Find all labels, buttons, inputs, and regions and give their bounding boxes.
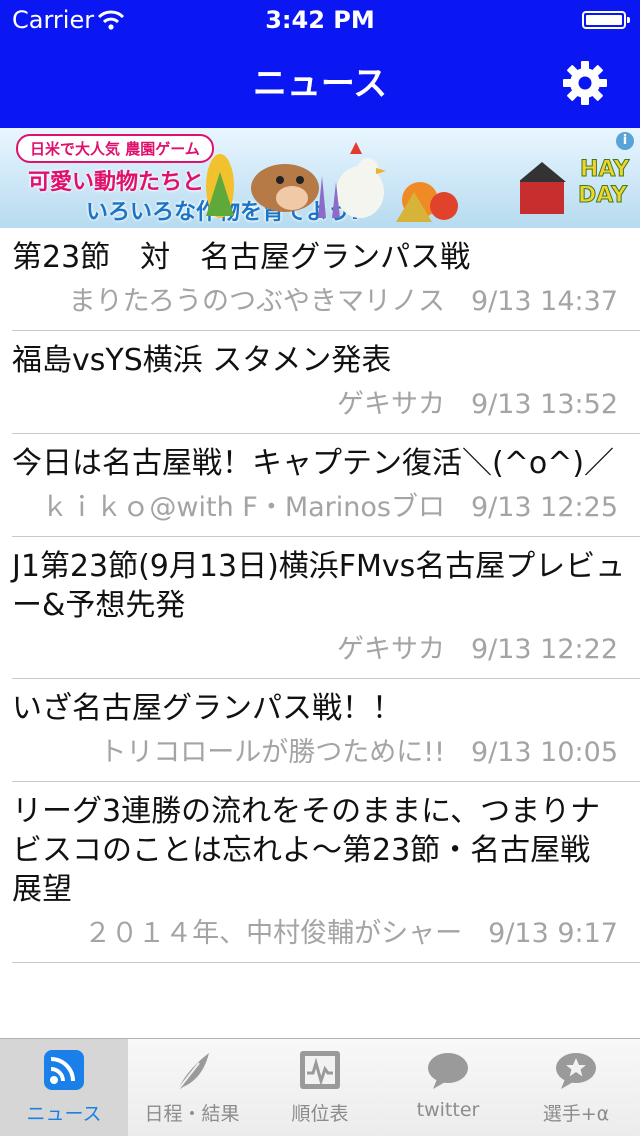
page-title: ニュース xyxy=(252,64,388,104)
clock: 3:42 PM xyxy=(265,6,375,34)
tab-news[interactable]: ニュース xyxy=(0,1039,128,1136)
gear-icon[interactable] xyxy=(562,60,608,106)
ad-headline-1: 可愛い動物たちと xyxy=(28,170,205,195)
news-title: 福島vsYS横浜 スタメン発表 xyxy=(12,343,392,378)
news-source: ２０１４年、中村俊輔がシャー xyxy=(84,918,463,949)
tab-standings[interactable]: 順位表 xyxy=(256,1039,384,1136)
ad-info-icon[interactable]: i xyxy=(616,132,634,150)
news-meta: ２０１４年、中村俊輔がシャー 9/13 9:17 xyxy=(0,909,640,963)
news-title: J1第23節(9月13日)横浜FMvs名古屋プレビュー&予想先発 xyxy=(12,549,626,623)
news-date: 9/13 14:37 xyxy=(470,286,618,317)
news-item[interactable]: 今日は名古屋戦！キャプテン復活＼(^o^)／ ｋｉｋｏ@with F・Marin… xyxy=(0,434,640,537)
tab-twitter[interactable]: twitter xyxy=(384,1039,512,1136)
chart-icon xyxy=(300,1051,340,1089)
news-meta: ｋｉｋｏ@with F・Marinosブロ 9/13 12:25 xyxy=(0,483,640,537)
tab-label: 順位表 xyxy=(291,1103,349,1125)
news-item[interactable]: 福島vsYS横浜 スタメン発表 ゲキサカ 9/13 13:52 xyxy=(0,331,640,434)
star-bubble-icon xyxy=(556,1053,596,1089)
hay-day-logo: HAY DAY xyxy=(520,157,630,214)
row-divider xyxy=(12,962,640,963)
news-item[interactable]: いざ名古屋グランパス戦！！ トリコロールが勝つために!! 9/13 10:05 xyxy=(0,679,640,782)
news-title: リーグ3連勝の流れをそのままに、つまりナビスコのことは忘れよ～第23節・名古屋戦… xyxy=(12,794,601,907)
tab-label: 日程・結果 xyxy=(144,1103,240,1125)
speech-bubble-icon xyxy=(428,1053,468,1089)
news-date: 9/13 9:17 xyxy=(488,918,618,949)
navigation-header: Carrier 3:42 PM ニュース xyxy=(0,0,640,128)
tab-players[interactable]: 選手+α xyxy=(512,1039,640,1136)
status-bar: Carrier 3:42 PM xyxy=(0,0,640,40)
news-title: いざ名古屋グランパス戦！！ xyxy=(12,691,402,726)
news-title: 第23節 対 名古屋グランパス戦 xyxy=(12,240,471,275)
tab-bar: ニュース 日程・結果 順位表 twitter 選手+α xyxy=(0,1038,640,1136)
news-source: ｋｉｋｏ@with F・Marinosブロ xyxy=(41,492,445,523)
tab-label: ニュース xyxy=(26,1103,102,1125)
battery-icon xyxy=(582,11,630,29)
news-meta: ゲキサカ 9/13 13:52 xyxy=(0,380,640,434)
news-meta: ゲキサカ 9/13 12:22 xyxy=(0,625,640,679)
news-date: 9/13 13:52 xyxy=(470,389,618,420)
news-date: 9/13 10:05 xyxy=(470,737,618,768)
news-source: ゲキサカ xyxy=(336,389,445,420)
svg-text:HAY: HAY xyxy=(580,157,630,182)
news-date: 9/13 12:25 xyxy=(470,492,618,523)
rss-icon xyxy=(44,1050,84,1090)
news-list: 第23節 対 名古屋グランパス戦 まりたろうのつぶやきマリノス 9/13 14:… xyxy=(0,228,640,1038)
tab-label: 選手+α xyxy=(542,1103,610,1125)
news-meta: トリコロールが勝つために!! 9/13 10:05 xyxy=(0,728,640,782)
ad-banner[interactable]: 日米で大人気 農園ゲーム 可愛い動物たちと いろいろな作物を育てよう! HAY … xyxy=(0,128,640,228)
news-meta: まりたろうのつぶやきマリノス 9/13 14:37 xyxy=(0,277,640,331)
news-item[interactable]: J1第23節(9月13日)横浜FMvs名古屋プレビュー&予想先発 ゲキサカ 9/… xyxy=(0,537,640,679)
tab-schedule-results[interactable]: 日程・結果 xyxy=(128,1039,256,1136)
news-item[interactable]: 第23節 対 名古屋グランパス戦 まりたろうのつぶやきマリノス 9/13 14:… xyxy=(0,228,640,331)
news-title: 今日は名古屋戦！キャプテン復活＼(^o^)／ xyxy=(12,446,615,481)
farm-illustration xyxy=(206,142,458,222)
feather-icon xyxy=(176,1053,209,1092)
ad-tagline: 日米で大人気 農園ゲーム xyxy=(16,134,214,163)
news-source: ゲキサカ xyxy=(336,634,445,665)
news-date: 9/13 12:22 xyxy=(470,634,618,665)
news-source: トリコロールが勝つために!! xyxy=(99,737,445,768)
news-source: まりたろうのつぶやきマリノス xyxy=(68,286,445,317)
tab-label: twitter xyxy=(416,1099,480,1121)
svg-text:DAY: DAY xyxy=(578,183,628,208)
news-item[interactable]: リーグ3連勝の流れをそのままに、つまりナビスコのことは忘れよ～第23節・名古屋戦… xyxy=(0,782,640,963)
